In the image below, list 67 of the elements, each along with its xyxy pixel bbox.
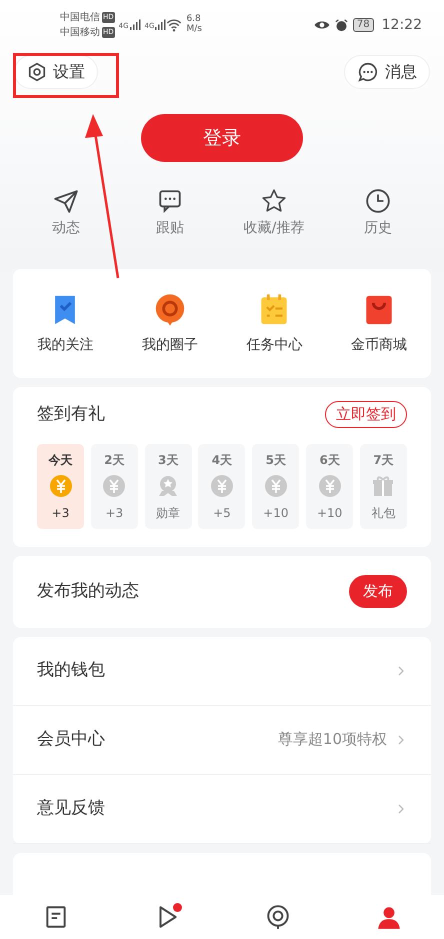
feature-label[interactable]: 我的圈子 [142, 335, 198, 356]
paper-plane-icon[interactable] [53, 188, 79, 214]
publish-button[interactable]: 发布 [349, 575, 407, 608]
coin-icon [318, 474, 342, 498]
checkin-day[interactable]: 3天 勋章 [144, 444, 192, 528]
reward-label: +3 [52, 504, 70, 522]
day-label: 4天 [212, 452, 232, 468]
checkin-day[interactable]: 5天 +10 [252, 444, 300, 528]
reward-label: +5 [213, 504, 231, 522]
day-label: 5天 [266, 452, 286, 468]
checkin-day[interactable]: 4天 +5 [198, 444, 246, 528]
settings-icon [27, 62, 47, 82]
menu-detail: 尊享超10项特权 [278, 729, 387, 750]
action-label[interactable]: 动态 [52, 218, 80, 239]
action-label[interactable]: 收藏/推荐 [244, 218, 304, 239]
action-label[interactable]: 跟贴 [156, 218, 184, 239]
reward-label: 勋章 [156, 504, 180, 522]
checkin-day[interactable]: 今天 +3 [37, 444, 84, 528]
gift-icon [371, 474, 396, 498]
checkin-day[interactable]: 2天 +3 [90, 444, 138, 528]
checkin-day[interactable]: 7天 礼包 [360, 444, 407, 528]
notification-dot [172, 903, 182, 912]
publish-title: 发布我的动态 [37, 580, 139, 603]
coin-icon [264, 474, 288, 498]
action-label[interactable]: 历史 [364, 218, 392, 239]
reward-label: +3 [105, 504, 124, 522]
alarm-icon [334, 18, 349, 32]
carrier-name: 中国移动 [60, 26, 100, 40]
checkin-button[interactable]: 立即签到 [325, 401, 407, 428]
menu-item[interactable]: 我的钱包 [13, 636, 431, 706]
signal-icon [128, 19, 141, 31]
reward-label: +10 [263, 504, 288, 522]
menu-item[interactable]: 意见反馈 [13, 774, 431, 844]
speed-unit: M/s [186, 25, 202, 35]
speed-value: 6.8 [186, 15, 202, 24]
wifi-icon [166, 17, 182, 33]
clock-icon[interactable] [365, 188, 391, 214]
coin-icon [102, 474, 126, 498]
day-label: 3天 [158, 452, 178, 468]
circle-icon [264, 904, 290, 930]
signal-icon [154, 19, 166, 31]
battery: 78 [352, 18, 374, 32]
chat-icon [357, 61, 379, 83]
menu-item[interactable]: 会员中心 尊享超10项特权 [13, 706, 431, 774]
coin-icon [48, 474, 72, 498]
reward-label: +10 [316, 504, 342, 522]
comment-icon[interactable] [157, 188, 183, 214]
menu-label: 我的钱包 [37, 658, 105, 682]
day-label: 2天 [104, 452, 124, 468]
menu-label: 意见反馈 [37, 796, 105, 820]
checkin-day[interactable]: 6天 +10 [306, 444, 354, 528]
login-button[interactable]: 登录 [141, 114, 303, 162]
settings-button[interactable]: 设置 [14, 55, 98, 89]
feature-label[interactable]: 任务中心 [246, 335, 302, 356]
feature-label[interactable]: 金币商城 [350, 335, 407, 356]
checkin-title: 签到有礼 [37, 402, 105, 426]
clock-time: 12:22 [382, 16, 422, 34]
feature-label[interactable]: 我的关注 [37, 335, 94, 356]
carrier-name: 中国电信 [60, 10, 100, 25]
reward-label: 礼包 [371, 504, 396, 522]
day-label: 今天 [48, 452, 72, 468]
messages-button[interactable]: 消息 [344, 55, 430, 89]
star-icon[interactable] [261, 188, 287, 214]
day-label: 7天 [373, 452, 394, 468]
day-label: 6天 [319, 452, 340, 468]
coin-icon [210, 474, 234, 498]
menu-label: 会员中心 [37, 728, 105, 751]
